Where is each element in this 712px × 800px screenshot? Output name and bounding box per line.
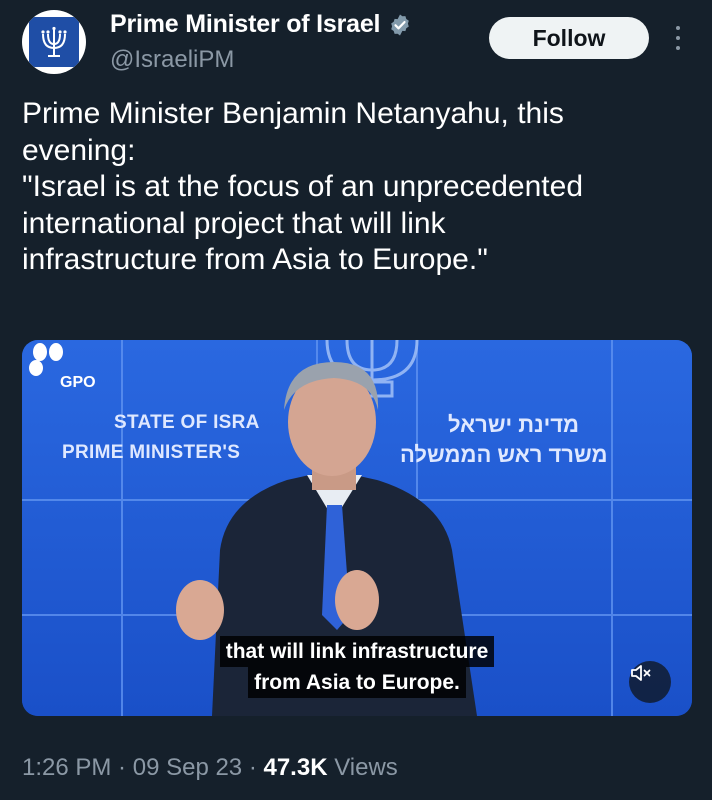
separator: · (111, 754, 133, 781)
backdrop-text: משרד ראש הממשלה (400, 442, 608, 467)
views-count: 47.3K (263, 754, 328, 781)
avatar[interactable] (22, 10, 86, 74)
tweet-text: Prime Minister Benjamin Netanyahu, this … (22, 96, 682, 279)
tweet-meta: 1:26 PM · 09 Sep 23 · 47.3K Views (22, 754, 398, 782)
tweet-line: infrastructure from Asia to Europe." (22, 243, 488, 276)
gpo-logo-text: GPO (60, 374, 96, 391)
menorah-emblem-icon (29, 17, 79, 67)
tweet-header: Prime Minister of Israel @IsraeliPM Foll… (0, 0, 712, 90)
follow-button[interactable]: Follow (489, 17, 649, 59)
user-handle[interactable]: @IsraeliPM (110, 46, 234, 74)
video-player[interactable]: GPO STATE OF ISRA PRIME MINISTER'S מדינת… (22, 340, 692, 716)
tweet-line: international project that will link (22, 206, 446, 240)
tweet-time[interactable]: 1:26 PM (22, 754, 111, 781)
display-name[interactable]: Prime Minister of Israel (110, 10, 381, 39)
backdrop-text: מדינת ישראל (448, 412, 579, 437)
volume-muted-icon[interactable] (629, 661, 671, 703)
views-label: Views (327, 754, 398, 781)
caption-line: from Asia to Europe. (248, 667, 466, 698)
caption-line: that will link infrastructure (219, 636, 495, 667)
verified-badge-icon (391, 14, 410, 35)
backdrop-text: STATE OF ISRA (114, 412, 260, 433)
tweet-date[interactable]: 09 Sep 23 (133, 754, 242, 781)
separator: · (242, 754, 264, 781)
tweet-line: "Israel is at the focus of an unpreceden… (22, 170, 584, 203)
more-options-icon[interactable] (670, 22, 686, 54)
tweet-line: evening: (22, 133, 136, 167)
backdrop-text: PRIME MINISTER'S (62, 442, 241, 463)
name-row: Prime Minister of Israel (110, 10, 412, 39)
tweet-line: Prime Minister Benjamin Netanyahu, this (22, 97, 564, 130)
video-caption: that will link infrastructure from Asia … (22, 636, 692, 698)
